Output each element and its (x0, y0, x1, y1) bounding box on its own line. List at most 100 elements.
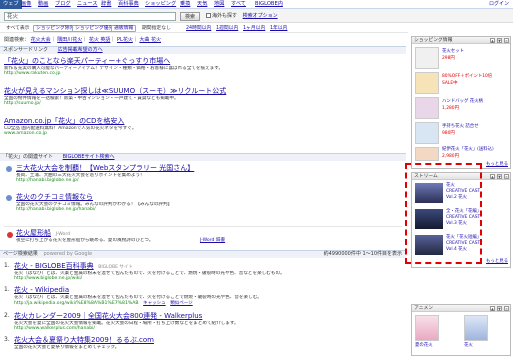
overseas-label: 海外も探す (212, 13, 238, 19)
related-item[interactable]: 花火大会 (31, 37, 51, 43)
result-item: 1. 花火 - Wikipedia 花火（はなび）とは、火薬と金属の粉末を混ぜて… (4, 286, 402, 312)
move-up-icon[interactable]: ▲ (490, 174, 495, 179)
nav-tab-shopping[interactable]: ショッピング (145, 1, 176, 9)
result-url[interactable]: http://www.walkerplus.com/hanabi/ (14, 326, 402, 332)
ad-title[interactable]: 花火が見えるマンション探しは≪SUUMO（スーモ）≫リクルート公式 (4, 87, 404, 96)
ad-title[interactable]: Amazon.co.jp「花火」のCDを格安入 (4, 117, 404, 126)
similar-link[interactable]: 類似ページ (170, 301, 192, 306)
filter-prefer-shopping[interactable]: ショッピング優先 (72, 25, 117, 32)
shopping-header: ショッピング情報 ▲ ▼ × (412, 37, 510, 44)
filter-mailorder[interactable]: 通販情報 (111, 25, 137, 32)
move-up-icon[interactable]: ▲ (490, 38, 495, 43)
move-down-icon[interactable]: ▼ (497, 306, 502, 311)
search-settings-link[interactable]: 検索オプション (243, 13, 278, 19)
product-image[interactable] (415, 47, 439, 69)
nav-tab-video[interactable]: 動画 (38, 1, 48, 9)
search-input[interactable]: 花火 (4, 12, 176, 21)
dictionary-more-link[interactable]: J-Word 辞書 (200, 238, 225, 244)
nav-tab-map[interactable]: 地図 (214, 1, 224, 9)
site-result-title[interactable]: 三大花火大会を制覇！【Webスタンプラリー 光国さん】 (16, 164, 402, 173)
period-1y[interactable]: 1年以内 (270, 26, 287, 32)
nav-tab-web[interactable]: ウェブ (0, 0, 22, 9)
nav-tab-encyclopedia[interactable]: 百科事典 (118, 1, 139, 9)
period-1m[interactable]: 1ヶ月以内 (243, 26, 265, 32)
site-result-title[interactable]: 花火のクチコミ情報なら (16, 193, 402, 202)
result-title[interactable]: 花火カレンダー2009｜全国花火大会800連発 - Walkerplus (14, 312, 202, 320)
nav-tab-biglobe[interactable]: BIGLOBE内 (255, 1, 283, 9)
result-title[interactable]: 花火大会＆夏祭り大特集2009！るるぶ.com (14, 336, 154, 344)
close-icon[interactable]: × (504, 306, 509, 311)
sponsor-header: スポンサードリンク 広告掲載希望の方へ (0, 46, 406, 54)
highlight-box (405, 163, 482, 264)
ad-item: Amazon.co.jp「花火」のCDを格安入 CD全品 国内配送料無料！Ama… (4, 117, 404, 147)
cache-link[interactable]: キャッシュ (143, 301, 166, 306)
result-url[interactable]: http://www.biglobe.ne.jp/wiki/ (14, 276, 402, 282)
related-item[interactable]: 隅田川花火 (57, 37, 82, 43)
product-image[interactable] (415, 97, 439, 119)
nav-tab-blog[interactable]: ブログ (55, 1, 71, 9)
top-nav: ウェブ 画像 動画 ブログ ニュース 辞書 百科事典 ショッピング 乗換 天気 … (0, 0, 513, 9)
ad-url[interactable]: http://suumo.jp/ (4, 101, 404, 107)
related-site-header: 「花火」の関連サイト BIGLOBEサイト検索へ (0, 153, 406, 161)
ad-url[interactable]: www.amazon.co.jp (4, 131, 404, 137)
ad-item: 花火が見えるマンション探しは≪SUUMO（スーモ）≫リクルート公式 全国の物件情… (4, 87, 404, 117)
related-item[interactable]: 花火 英語 (89, 37, 111, 43)
result-number: 1. (4, 262, 10, 269)
ad-apply-link[interactable]: 広告掲載希望の方へ (58, 47, 103, 53)
site-results: 三大花火大会を制覇！【Webスタンプラリー 光国さん】 長岡、土浦、大曲の三大花… (4, 164, 402, 222)
result-title[interactable]: 花火 - BIGLOBE百科事典 (14, 262, 94, 270)
site-result-url[interactable]: http://hanabi.biglobe.ne.jp/ (16, 178, 402, 184)
nav-tab-all[interactable]: すべて (231, 1, 246, 9)
ad-url[interactable]: http://www.rakuten.co.jp (4, 71, 404, 77)
move-down-icon[interactable]: ▼ (497, 38, 502, 43)
result-tag: BIGLOBE サイト (98, 265, 133, 270)
move-up-icon[interactable]: ▲ (490, 306, 495, 311)
move-down-icon[interactable]: ▼ (497, 174, 502, 179)
period-24h[interactable]: 24時間以内 (186, 26, 211, 32)
product-image[interactable] (415, 147, 439, 161)
result-item: 3. 花火大会＆夏祭り大特集2009！るるぶ.com 全国の花火大会と夏祭り情報… (4, 336, 402, 352)
product-name[interactable]: 花火セット (442, 49, 464, 54)
anime-thumbnail[interactable] (415, 315, 439, 341)
product-name[interactable]: 紀伊花火「花火」(送料込) (442, 147, 494, 152)
product-price: SALE中 (442, 81, 458, 86)
filter-all[interactable]: すべて表示 (3, 25, 33, 32)
related-item[interactable]: PL花火 (117, 37, 133, 43)
overseas-checkbox[interactable] (206, 13, 211, 18)
stream-more-link[interactable]: もっと見る (486, 259, 508, 264)
close-icon[interactable]: × (504, 174, 509, 179)
site-result-url[interactable]: http://hanabi.biglobe.ne.jp/hanabi/ (16, 207, 402, 213)
search-button[interactable]: 検索 (180, 12, 200, 21)
result-desc: 全国の花火大会と夏祭り情報をまとめてチェック。 (14, 344, 120, 350)
ad-title[interactable]: 「花火」のことなら楽天パーティー+ぐっすり市場へ (4, 57, 404, 66)
period-1w[interactable]: 1週間以内 (216, 26, 238, 32)
anime-item-name[interactable]: 花火 (464, 343, 473, 348)
product-name[interactable]: 手持ち花火 詰合せ (442, 124, 479, 129)
dictionary-title[interactable]: 花火屋形船 (16, 229, 51, 237)
anime-header: アニメン ▲ ▼ × (412, 305, 510, 312)
sponsor-label: スポンサードリンク (3, 47, 49, 53)
nav-tab-weather[interactable]: 天気 (197, 1, 207, 9)
login-link[interactable]: ログイン (489, 1, 509, 7)
result-title[interactable]: 花火 - Wikipedia (14, 286, 69, 294)
result-count: 約4990000件中 1〜10件目を表示 (323, 251, 402, 257)
product-name[interactable]: ハンドバッグ 花火柄 (442, 99, 483, 104)
site-search-link[interactable]: BIGLOBEサイト検索へ (63, 154, 115, 160)
related-item[interactable]: 大曲 花火 (139, 37, 161, 43)
product-image[interactable] (415, 122, 439, 144)
filter-exclude-shopping[interactable]: ショッピング除外 (33, 25, 78, 32)
result-number: 1. (4, 286, 10, 293)
close-icon[interactable]: × (504, 38, 509, 43)
anime-item-name[interactable]: 夏の花火 (415, 343, 433, 348)
nav-tab-images[interactable]: 画像 (21, 1, 31, 9)
result-item: 2. 花火カレンダー2009｜全国花火大会800連発 - Walkerplus … (4, 312, 402, 336)
shopping-more-link[interactable]: もっと見る (486, 162, 508, 167)
nav-tab-dictionary[interactable]: 辞書 (101, 1, 111, 9)
ad-list: 「花火」のことなら楽天パーティー+ぐっすり市場へ 新作＆充実の購入可能なパーティ… (4, 57, 404, 147)
anime-thumbnail[interactable] (464, 315, 488, 341)
product-image[interactable] (415, 72, 439, 94)
result-url[interactable]: http://ja.wikipedia.org/wiki/%E8%8A%B1%E… (14, 301, 139, 306)
nav-tab-transit[interactable]: 乗換 (180, 1, 190, 9)
product-name[interactable]: 80%OFF＋ポイント10倍 (442, 74, 492, 79)
nav-tab-news[interactable]: ニュース (77, 1, 98, 9)
